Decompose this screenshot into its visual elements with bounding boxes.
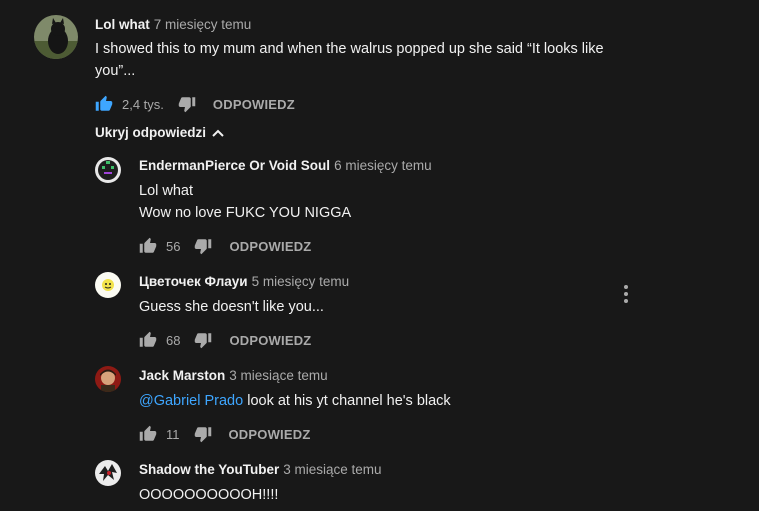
thumb-down-icon[interactable] (194, 425, 212, 443)
reply-text: @Gabriel Prado look at his yt channel he… (139, 390, 451, 412)
comment-text: I showed this to my mum and when the wal… (95, 41, 604, 79)
reply-actions: 11 ODPOWIEDZ (139, 424, 310, 444)
comment-header: Lol what 7 miesięcy temu (95, 17, 251, 32)
reply-button[interactable]: ODPOWIEDZ (213, 97, 295, 112)
like-count: 56 (166, 238, 181, 254)
reply-button[interactable]: ODPOWIEDZ (229, 239, 311, 254)
comment-time[interactable]: 7 miesięcy temu (154, 17, 252, 32)
more-vert-icon[interactable] (616, 284, 636, 304)
avatar[interactable] (95, 460, 121, 486)
reply-text-line: OOOOOOOOOOH!!!! (139, 487, 279, 503)
reply-author[interactable]: Shadow the YouTuber (139, 462, 279, 477)
reply-header: Shadow the YouTuber 3 miesiące temu (139, 462, 382, 477)
avatar[interactable] (34, 15, 78, 59)
thumb-down-icon[interactable] (194, 331, 212, 349)
like-count: 68 (166, 332, 181, 348)
like-count: 2,4 tys. (122, 96, 164, 112)
reply-time[interactable]: 3 miesiące temu (283, 462, 381, 477)
reply-header: Цветочек Флауи 5 miesięcy temu (139, 274, 349, 289)
avatar[interactable] (95, 157, 121, 183)
reply-author[interactable]: EndermanPierce Or Void Soul (139, 158, 330, 173)
chevron-up-icon (212, 125, 224, 140)
hide-replies-label: Ukryj odpowiedzi (95, 125, 207, 140)
thumb-down-icon[interactable] (178, 95, 196, 113)
avatar[interactable] (95, 366, 121, 392)
thumb-up-icon[interactable] (139, 425, 157, 443)
reply-author[interactable]: Jack Marston (139, 368, 225, 383)
reply-text-line: Guess she doesn't like you... (139, 299, 324, 315)
thumb-up-icon[interactable] (139, 331, 157, 349)
reply-time[interactable]: 6 miesięcy temu (334, 158, 432, 173)
reply-header: EndermanPierce Or Void Soul 6 miesięcy te… (139, 158, 432, 173)
thumb-up-icon[interactable] (139, 237, 157, 255)
reply-time[interactable]: 3 miesiące temu (229, 368, 327, 383)
reply-header: Jack Marston 3 miesiące temu (139, 368, 328, 383)
reply-text-line: Lol what (139, 183, 194, 199)
reply-author[interactable]: Цветочек Флауи (139, 274, 248, 289)
reply-text-line: Wow no love FUKC YOU NIGGA (139, 205, 352, 221)
avatar[interactable] (95, 272, 121, 298)
reply-text-rest: look at his yt channel he's black (243, 393, 451, 409)
reply-button[interactable]: ODPOWIEDZ (229, 333, 311, 348)
reply-button[interactable]: ODPOWIEDZ (229, 427, 311, 442)
like-count: 11 (166, 426, 180, 442)
comment-author[interactable]: Lol what (95, 17, 150, 32)
reply-actions: 56 ODPOWIEDZ (139, 236, 311, 256)
hide-replies-button[interactable]: Ukryj odpowiedzi (95, 125, 224, 140)
reply-actions: 68 ODPOWIEDZ (139, 330, 311, 350)
reply-time[interactable]: 5 miesięcy temu (252, 274, 350, 289)
mention-link[interactable]: @Gabriel Prado (139, 393, 243, 409)
thumb-up-icon[interactable] (95, 95, 113, 113)
comment-actions: 2,4 tys. ODPOWIEDZ (95, 94, 295, 114)
thumb-down-icon[interactable] (194, 237, 212, 255)
